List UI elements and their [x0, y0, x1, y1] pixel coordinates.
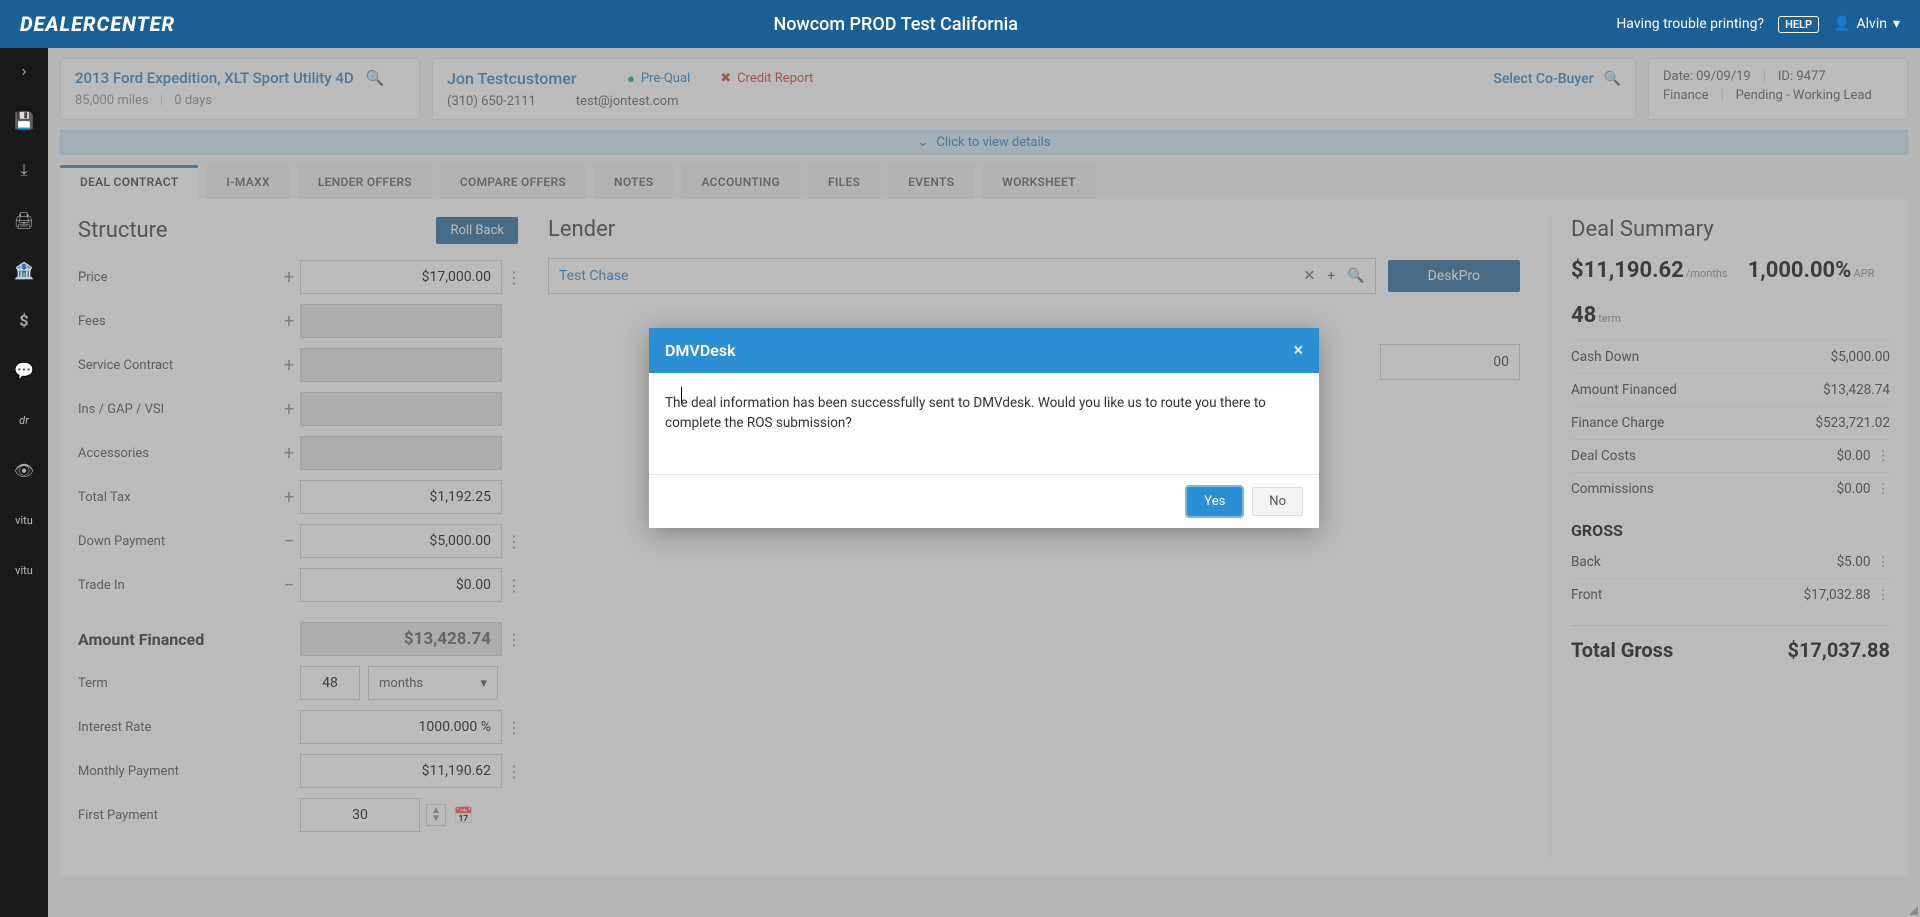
rail-export-icon[interactable]: ⤓ — [0, 154, 48, 186]
rail-chat-icon[interactable]: 💬 — [0, 354, 48, 386]
rail-bank-icon[interactable]: 🏦 — [0, 254, 48, 286]
help-badge[interactable]: HELP — [1778, 16, 1819, 33]
logo: DEALERCENTER — [20, 12, 175, 36]
rail-dollar-icon[interactable]: $ — [0, 304, 48, 336]
user-menu[interactable]: 👤 Alvin ▾ — [1833, 16, 1900, 32]
chevron-down-icon: ▾ — [1893, 16, 1900, 32]
user-icon: 👤 — [1833, 16, 1850, 32]
rail-save-icon[interactable]: 💾 — [0, 104, 48, 136]
dmvdesk-modal: DMVDesk × The deal information has been … — [649, 328, 1319, 528]
rail-print-icon[interactable]: 🖨 — [0, 204, 48, 236]
rail-dr-icon[interactable]: dr — [0, 404, 48, 436]
org-title: Nowcom PROD Test California — [175, 14, 1616, 35]
close-icon[interactable]: × — [1293, 340, 1303, 361]
rail-vitu2[interactable]: vitu — [0, 554, 48, 586]
modal-title: DMVDesk — [665, 341, 736, 360]
rail-expand[interactable]: › — [0, 54, 48, 86]
text-cursor — [681, 387, 682, 403]
scroll-indicator[interactable] — [1909, 906, 1918, 915]
rail-vitu1[interactable]: vitu — [0, 504, 48, 536]
main-area: 2013 Ford Expedition, XLT Sport Utility … — [48, 48, 1920, 917]
modal-overlay: DMVDesk × The deal information has been … — [48, 48, 1920, 917]
no-button[interactable]: No — [1252, 487, 1303, 516]
user-name: Alvin — [1857, 16, 1887, 32]
yes-button[interactable]: Yes — [1187, 487, 1242, 516]
modal-body: The deal information has been successful… — [665, 395, 1266, 431]
trouble-printing-link[interactable]: Having trouble printing? — [1616, 16, 1764, 32]
rail-eye-icon[interactable]: 👁 — [0, 454, 48, 486]
left-rail: › 💾 ⤓ 🖨 🏦 $ 💬 dr 👁 vitu vitu — [0, 48, 48, 917]
top-bar: DEALERCENTER Nowcom PROD Test California… — [0, 0, 1920, 48]
